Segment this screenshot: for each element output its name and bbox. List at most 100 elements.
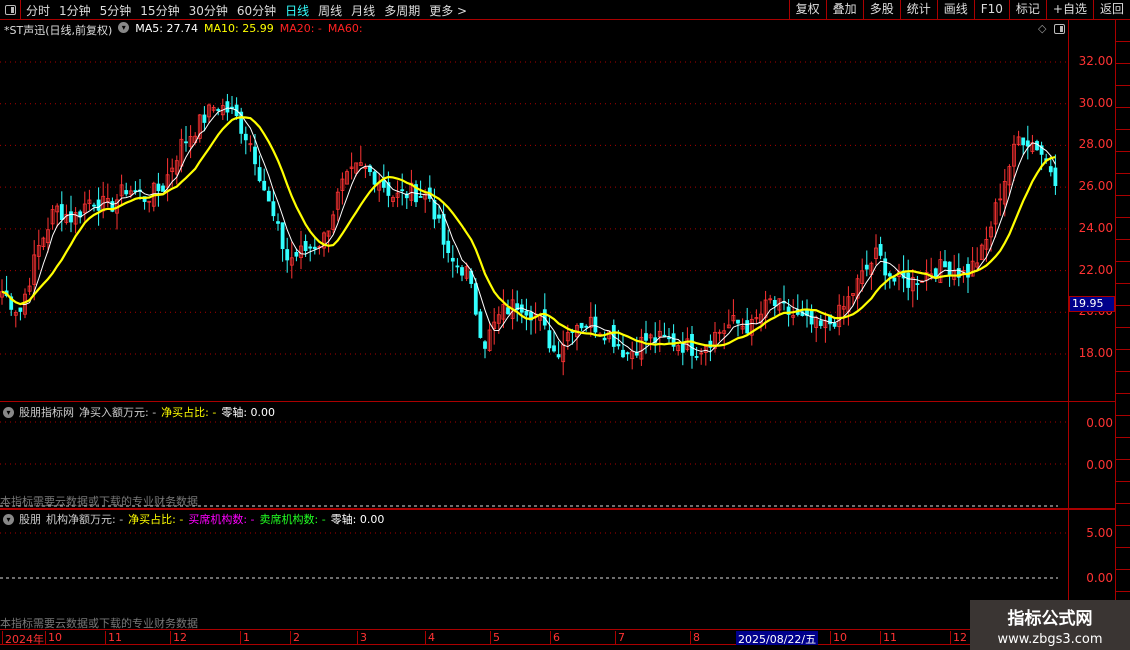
candle-body (418, 196, 423, 198)
ma10-line (1, 116, 1056, 347)
date-label: 5 (490, 631, 500, 645)
candle-body (253, 146, 257, 165)
candle-body (943, 261, 947, 268)
candle-body (556, 354, 561, 358)
panel-divider (0, 401, 1115, 402)
panel2-name: 股朋 (19, 513, 41, 526)
candle-body (381, 179, 386, 188)
candle-body (271, 201, 276, 217)
candle-body (225, 101, 230, 113)
candle-body (312, 246, 317, 250)
candle-body (947, 261, 952, 277)
kline-chart[interactable] (0, 0, 1130, 650)
strip-cell (1116, 64, 1130, 86)
panel2-buy-count: 买席机构数: - (188, 513, 255, 526)
panel2-zero-axis: 零轴: 0.00 (330, 513, 385, 526)
strip-cell (1116, 306, 1130, 328)
candle-body (667, 337, 671, 340)
watermark: 指标公式网 www.zbgs3.com (970, 600, 1130, 650)
date-label: 4 (425, 631, 435, 645)
candle-body (280, 222, 285, 250)
strip-cell (1116, 130, 1130, 152)
date-label: 2024年 (2, 631, 44, 646)
price-tick: 26.00 (1078, 179, 1113, 194)
price-tick: 24.00 (1078, 220, 1113, 235)
candle-body (579, 322, 584, 329)
candle-body (455, 265, 460, 268)
strip-cell (1116, 240, 1130, 262)
candle-body (694, 356, 699, 358)
panel2-ratio: 净买占比: - (128, 513, 184, 526)
strip-cell (1116, 86, 1130, 108)
candle-body (772, 299, 777, 306)
candle-body (96, 199, 101, 211)
candle-body (257, 167, 262, 182)
candle-body (483, 341, 487, 349)
candle-body (506, 307, 510, 315)
strip-cell (1116, 394, 1130, 416)
candle-body (59, 204, 64, 220)
price-tick: 18.00 (1078, 345, 1113, 360)
date-label: 12 (950, 631, 967, 645)
date-label: 12 (170, 631, 187, 645)
candle-body (18, 307, 23, 312)
panel1-tick: 0.00 (1086, 416, 1113, 430)
candle-body (202, 114, 207, 123)
price-tick: 28.00 (1078, 137, 1113, 152)
candle-body (478, 311, 483, 338)
date-label: 11 (105, 631, 122, 645)
candle-body (243, 133, 248, 141)
candle-body (124, 190, 129, 195)
candle-body (887, 273, 892, 277)
panel1-ratio: 净买占比: - (161, 406, 217, 419)
candle-body (285, 249, 290, 261)
ma5-line (1, 107, 1056, 354)
price-tick: 22.00 (1078, 262, 1113, 277)
date-label: 6 (550, 631, 560, 645)
candle-body (1021, 137, 1026, 146)
date-label: 7 (615, 631, 625, 645)
strip-cell (1116, 196, 1130, 218)
strip-cell (1116, 504, 1130, 526)
panel2-tick: 5.00 (1086, 526, 1113, 540)
dropdown-icon[interactable]: ▾ (3, 406, 14, 418)
candle-body (460, 267, 464, 276)
panel1-note: 本指标需要云数据或下载的专业财务数据 (0, 495, 198, 508)
candle-body (437, 214, 441, 219)
candle-body (616, 344, 621, 347)
candle-body (644, 333, 648, 341)
candle-body (1035, 141, 1039, 151)
strip-cell (1116, 174, 1130, 196)
strip-cell (1116, 570, 1130, 592)
strip-cell (1116, 284, 1130, 306)
dropdown-icon[interactable]: ▾ (3, 513, 14, 525)
candle-body (966, 263, 970, 278)
candle-body (216, 109, 221, 111)
candle-body (446, 240, 451, 254)
strip-cell (1116, 482, 1130, 504)
candle-body (883, 258, 888, 276)
strip-cell (1116, 548, 1130, 570)
right-side-strip (1115, 20, 1130, 600)
candle-body (864, 264, 869, 270)
strip-cell (1116, 372, 1130, 394)
panel1-net-buy: 净买入额万元: - (79, 406, 157, 419)
date-label: 2025/08/22/五 (736, 631, 819, 646)
candle-body (584, 325, 589, 328)
strip-cell (1116, 416, 1130, 438)
panel2-tick: 0.00 (1086, 571, 1113, 585)
candle-body (915, 283, 920, 286)
candle-body (602, 337, 607, 341)
date-label: 10 (830, 631, 847, 645)
strip-cell (1116, 218, 1130, 240)
candle-body (524, 310, 529, 316)
candle-body (621, 349, 625, 358)
candle-body (547, 330, 552, 349)
candle-body (69, 211, 73, 223)
price-tick: 30.00 (1078, 95, 1113, 110)
candle-body (736, 319, 740, 324)
candle-body (878, 244, 883, 256)
candle-body (662, 334, 667, 337)
panel1-legend: ▾ 股朋指标网 净买入额万元: - 净买占比: - 零轴: 0.00 (3, 404, 275, 420)
strip-cell (1116, 20, 1130, 42)
